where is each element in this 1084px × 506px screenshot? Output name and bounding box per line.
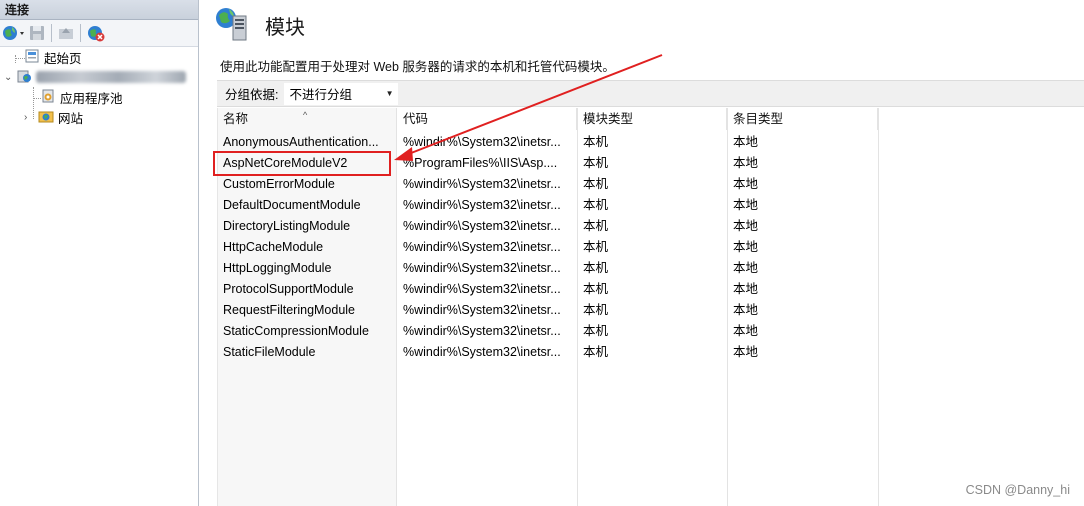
watermark: CSDN @Danny_hi	[965, 483, 1070, 497]
annotation-arrow	[394, 54, 663, 161]
